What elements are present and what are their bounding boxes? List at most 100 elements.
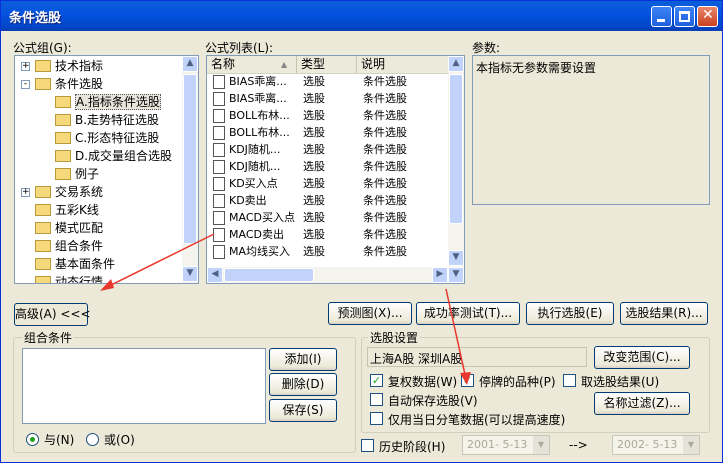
success-rate-button[interactable]: 成功率测试(T)...	[416, 302, 520, 325]
advanced-button[interactable]: 高级(A) <<<	[14, 303, 91, 326]
folder-icon	[55, 150, 71, 162]
chevron-down-icon[interactable]: ▼	[683, 436, 699, 454]
list-item[interactable]: BIAS乖离... 选股 条件选股	[207, 91, 449, 108]
column-header-type[interactable]: 类型	[297, 56, 357, 74]
folder-icon	[35, 60, 51, 72]
tree-item[interactable]: 基本面条件	[35, 256, 115, 274]
tree-item[interactable]: B.走势特征选股	[55, 112, 159, 130]
expand-icon[interactable]: +	[21, 62, 30, 71]
tree-item[interactable]: 技术指标	[35, 58, 103, 76]
scroll-up-icon[interactable]: ▲	[182, 56, 198, 72]
list-horizontal-scrollbar[interactable]: ◀ ▶ ▼	[207, 267, 464, 283]
minimize-button[interactable]	[651, 6, 672, 27]
expand-icon[interactable]: +	[21, 188, 30, 197]
formula-group-tree[interactable]: + 技术指标 - 条件选股 A.指标条件选股 B.走势特征选股 C.形态特征选股 D.成交量组…	[14, 55, 199, 284]
list-item[interactable]: KD卖出 选股 条件选股	[207, 193, 449, 210]
preview-button-label: 预测图(X)...	[337, 306, 403, 320]
scroll-up-icon[interactable]: ▲	[448, 56, 464, 72]
cell-name: KD卖出	[229, 194, 267, 207]
execute-button-label: 执行选股(E)	[537, 306, 603, 320]
scroll-thumb[interactable]	[183, 74, 197, 244]
scroll-right-icon[interactable]: ▶	[432, 267, 448, 283]
result-button[interactable]: 选股结果(R)...	[620, 302, 708, 325]
checkbox-adjusted-data[interactable]: ✓	[370, 374, 383, 387]
maximize-button[interactable]	[674, 6, 695, 27]
cell-desc: 条件选股	[363, 75, 407, 88]
column-header-name[interactable]: 名称 ▲	[207, 56, 297, 74]
save-button-label: 保存(S)	[282, 403, 324, 417]
preview-button[interactable]: 预测图(X)...	[328, 302, 412, 325]
tree-item-label: 基本面条件	[55, 257, 116, 271]
maximize-icon	[679, 11, 690, 22]
formula-list-label: 公式列表(L):	[205, 41, 274, 55]
minimize-icon	[657, 19, 665, 22]
delete-button[interactable]: 删除(D)	[269, 373, 337, 396]
save-button[interactable]: 保存(S)	[269, 399, 337, 422]
tree-item[interactable]: 动态行情	[35, 274, 104, 284]
hscroll-thumb[interactable]	[224, 268, 314, 282]
collapse-icon[interactable]: -	[21, 80, 30, 89]
window-title: 条件选股	[9, 11, 62, 26]
combo-conditions-list[interactable]	[22, 348, 266, 424]
name-filter-button[interactable]: 名称过滤(Z)...	[594, 392, 690, 415]
radio-or[interactable]	[86, 433, 99, 446]
formula-list[interactable]: 名称 ▲ 类型 说明 BIAS乖离... 选股 条件选股 BIAS乖离... 选股 条件选…	[206, 55, 465, 284]
tree-item[interactable]: 模式匹配	[35, 220, 103, 238]
checkbox-autosave-label: 自动保存选股(V)	[388, 394, 478, 408]
scroll-down-icon[interactable]: ▼	[448, 267, 464, 283]
tree-item[interactable]: D.成交量组合选股	[55, 148, 172, 166]
history-to-date[interactable]: 2002- 5-13 ▼	[612, 435, 700, 455]
scroll-down-icon[interactable]: ▼	[182, 266, 198, 282]
list-item[interactable]: BOLL布林... 选股 条件选股	[207, 125, 449, 142]
checkbox-autosave[interactable]	[370, 393, 383, 406]
tree-item[interactable]: 五彩K线	[35, 202, 99, 220]
list-item[interactable]: MA均线买入 选股 条件选股	[207, 244, 449, 261]
market-range-display: 上海A股 深圳A股	[367, 347, 587, 367]
tree-item-label: A.指标条件选股	[75, 94, 161, 110]
list-item[interactable]: KDJ随机... 选股 条件选股	[207, 142, 449, 159]
scroll-thumb[interactable]	[449, 74, 463, 224]
cell-name: KD买入点	[229, 177, 278, 190]
tree-item-label: 模式匹配	[55, 221, 104, 235]
checkbox-tick-data[interactable]	[370, 412, 383, 425]
success-rate-button-label: 成功率测试(T)...	[423, 306, 513, 320]
checkbox-suspended[interactable]: ✓	[461, 374, 474, 387]
radio-and[interactable]	[26, 433, 39, 446]
tree-item[interactable]: C.形态特征选股	[55, 130, 159, 148]
tree-item[interactable]: A.指标条件选股	[55, 94, 161, 112]
close-button[interactable]: ✕	[697, 6, 718, 27]
tree-item[interactable]: 交易系统	[35, 184, 103, 202]
execute-button[interactable]: 执行选股(E)	[526, 302, 614, 325]
change-range-button[interactable]: 改变范围(C)...	[594, 346, 690, 369]
chevron-down-icon[interactable]: ▼	[533, 436, 549, 454]
list-item[interactable]: MACD卖出 选股 条件选股	[207, 227, 449, 244]
scroll-left-icon[interactable]: ◀	[207, 267, 223, 283]
params-text: 本指标无参数需要设置	[476, 61, 597, 75]
add-button[interactable]: 添加(I)	[269, 348, 337, 371]
cell-type: 选股	[303, 245, 325, 258]
list-item[interactable]: BIAS乖离... 选股 条件选股	[207, 74, 449, 91]
tree-item-label: 动态行情	[55, 275, 104, 284]
list-vertical-scrollbar[interactable]: ▲ ▼	[448, 56, 464, 267]
list-item[interactable]: KD买入点 选股 条件选股	[207, 176, 449, 193]
cell-name: KDJ随机...	[229, 160, 281, 173]
tree-item[interactable]: 条件选股	[35, 76, 103, 94]
formula-icon	[213, 75, 225, 89]
list-item[interactable]: BOLL布林... 选股 条件选股	[207, 108, 449, 125]
checkbox-history[interactable]	[361, 439, 374, 452]
list-item[interactable]: KDJ随机... 选股 条件选股	[207, 159, 449, 176]
params-panel: 本指标无参数需要设置	[472, 55, 710, 205]
cell-desc: 条件选股	[363, 126, 407, 139]
tree-scrollbar[interactable]: ▲ ▼	[182, 56, 198, 283]
title-bar[interactable]: 条件选股 ✕	[1, 1, 722, 31]
history-from-date[interactable]: 2001- 5-13 ▼	[462, 435, 550, 455]
tree-item-label: 交易系统	[55, 185, 104, 199]
tree-item[interactable]: 例子	[55, 166, 99, 184]
tree-item[interactable]: 组合条件	[35, 238, 103, 256]
folder-icon	[35, 258, 51, 270]
list-item[interactable]: MACD买入点 选股 条件选股	[207, 210, 449, 227]
scroll-down-icon[interactable]: ▼	[448, 250, 464, 266]
history-to-date-value: 2002- 5-13	[617, 438, 678, 451]
column-header-desc[interactable]: 说明	[357, 56, 449, 74]
checkbox-take-result[interactable]	[563, 374, 576, 387]
